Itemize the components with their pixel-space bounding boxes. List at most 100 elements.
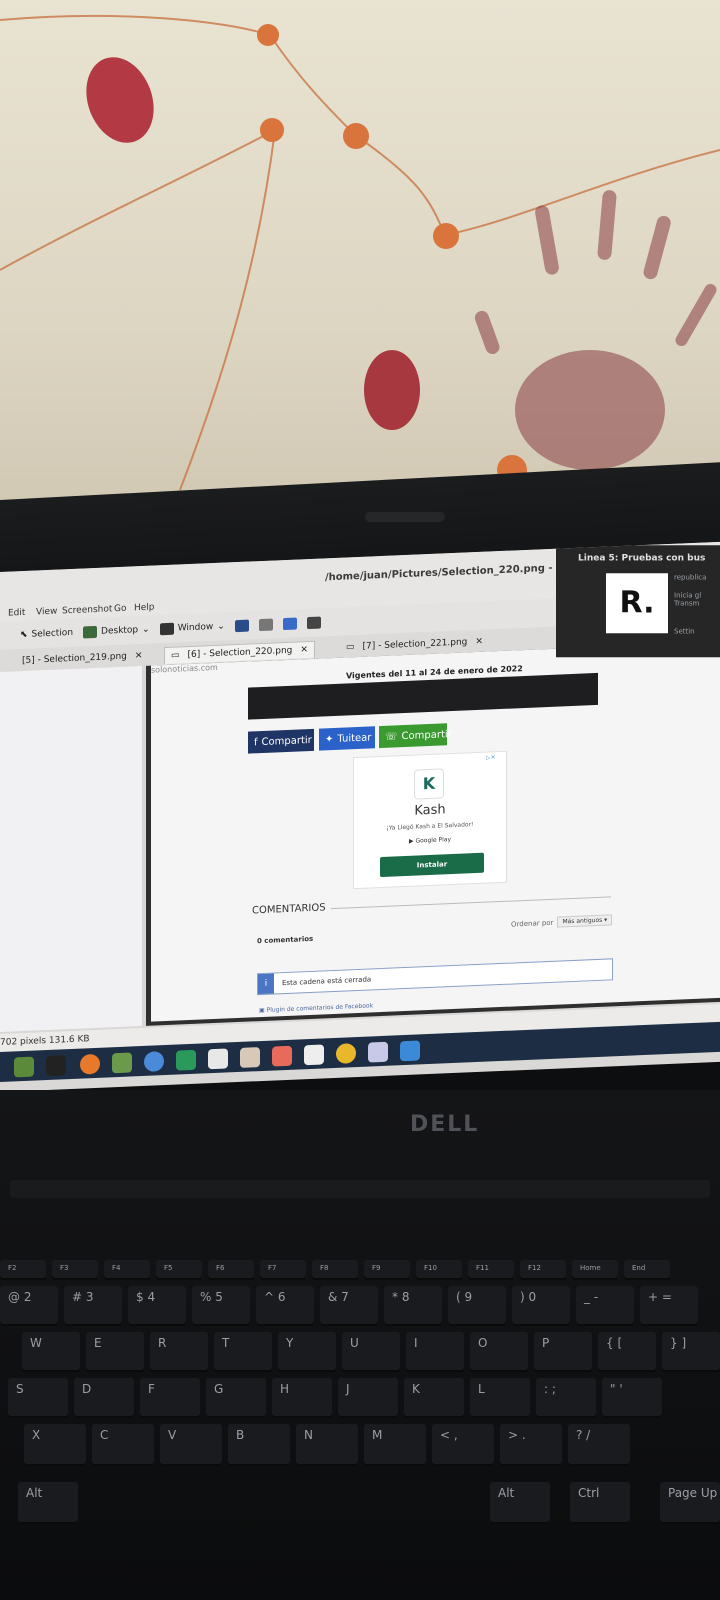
key-row1-1[interactable]: E xyxy=(86,1332,144,1372)
menu-screenshot[interactable]: Screenshot xyxy=(62,604,112,616)
notification-popup[interactable]: Linea 5: Pruebas con bus R. republica In… xyxy=(556,545,720,658)
key-fn-10[interactable]: F12 xyxy=(520,1260,566,1280)
key-row3-1[interactable]: C xyxy=(92,1424,154,1466)
chrome-icon[interactable] xyxy=(144,1051,164,1072)
kash-ad[interactable]: ▷✕ K Kash ¡Ya Llegó Kash a El Salvador! … xyxy=(353,750,507,890)
menu-go[interactable]: Go xyxy=(114,604,126,615)
key-row1-3[interactable]: T xyxy=(214,1332,272,1372)
shield-icon[interactable] xyxy=(176,1049,196,1071)
key-fn-5[interactable]: F7 xyxy=(260,1260,306,1280)
ad-choices-icon[interactable]: ▷✕ xyxy=(486,754,496,761)
close-icon[interactable]: ✕ xyxy=(475,637,483,647)
facebook-plugin-link[interactable]: ▣ Plugin de comentarios de Facebook xyxy=(259,1002,373,1014)
menu-view[interactable]: View xyxy=(36,607,57,618)
window-button[interactable]: Window ⌄ xyxy=(159,621,225,636)
key-row1-6[interactable]: I xyxy=(406,1332,464,1372)
whatsapp-share-button[interactable]: ☏ Compartir xyxy=(379,723,452,749)
desktop-button[interactable]: Desktop ⌄ xyxy=(83,624,150,639)
key-row4-3[interactable]: Page Up xyxy=(660,1482,720,1524)
key-row2-0[interactable]: S xyxy=(8,1378,68,1418)
key-row3-4[interactable]: N xyxy=(296,1424,358,1466)
key-num-2[interactable]: $ 4 xyxy=(128,1286,186,1326)
key-row2-7[interactable]: L xyxy=(470,1378,530,1418)
files-icon[interactable] xyxy=(14,1056,34,1078)
key-row4-0[interactable]: Alt xyxy=(18,1482,78,1524)
key-row2-1[interactable]: D xyxy=(74,1378,134,1418)
key-fn-4[interactable]: F6 xyxy=(208,1260,254,1280)
key-num-8[interactable]: ) 0 xyxy=(512,1286,570,1326)
key-row1-8[interactable]: P xyxy=(534,1332,592,1372)
sort-select[interactable]: Más antiguos ▾ xyxy=(557,914,613,928)
tooltip-capture-icon[interactable] xyxy=(258,618,273,632)
key-row3-5[interactable]: M xyxy=(364,1424,426,1466)
key-fn-8[interactable]: F10 xyxy=(416,1260,462,1280)
more-capture-icon[interactable] xyxy=(306,616,321,630)
key-num-4[interactable]: ^ 6 xyxy=(256,1286,314,1326)
key-row3-0[interactable]: X xyxy=(24,1424,86,1466)
key-row2-2[interactable]: F xyxy=(140,1378,200,1418)
menu-help[interactable]: Help xyxy=(134,603,155,614)
key-num-5[interactable]: & 7 xyxy=(320,1286,378,1326)
key-num-7[interactable]: ( 9 xyxy=(448,1286,506,1326)
key-row2-5[interactable]: J xyxy=(338,1378,398,1418)
image-viewer-icon[interactable] xyxy=(272,1045,292,1067)
key-row2-8[interactable]: : ; xyxy=(536,1378,596,1418)
key-num-9[interactable]: _ - xyxy=(576,1286,634,1326)
key-fn-6[interactable]: F8 xyxy=(312,1260,358,1280)
key-row2-4[interactable]: H xyxy=(272,1378,332,1418)
key-label: G xyxy=(214,1382,224,1396)
menu-edit[interactable]: Edit xyxy=(8,608,25,619)
close-icon[interactable]: ✕ xyxy=(135,651,143,661)
key-row1-5[interactable]: U xyxy=(342,1332,400,1372)
key-row4-2[interactable]: Ctrl xyxy=(570,1482,630,1524)
key-row2-6[interactable]: K xyxy=(404,1378,464,1418)
key-num-3[interactable]: % 5 xyxy=(192,1286,250,1326)
key-row2-9[interactable]: " ' xyxy=(602,1378,662,1418)
key-fn-7[interactable]: F9 xyxy=(364,1260,410,1280)
key-fn-11[interactable]: Home xyxy=(572,1260,618,1280)
notification-settings[interactable]: Settin xyxy=(674,627,695,635)
key-row1-7[interactable]: O xyxy=(470,1332,528,1372)
selection-button[interactable]: ⬉ Selection xyxy=(20,628,73,640)
close-icon[interactable]: ✕ xyxy=(300,645,308,655)
key-row3-2[interactable]: V xyxy=(160,1424,222,1466)
web-capture-icon[interactable] xyxy=(282,617,297,631)
key-fn-9[interactable]: F11 xyxy=(468,1260,514,1280)
facebook-share-button[interactable]: f Compartir xyxy=(248,728,314,754)
key-row1-4[interactable]: Y xyxy=(278,1332,336,1372)
key-num-10[interactable]: + = xyxy=(640,1286,698,1326)
notification-body: Inicia gl Transm xyxy=(674,591,702,608)
key-num-6[interactable]: * 8 xyxy=(384,1286,442,1326)
key-fn-3[interactable]: F5 xyxy=(156,1260,202,1280)
key-fn-0[interactable]: F2 xyxy=(0,1260,46,1280)
key-row3-7[interactable]: > . xyxy=(500,1424,562,1466)
key-row1-2[interactable]: R xyxy=(150,1332,208,1372)
terminal-icon[interactable] xyxy=(46,1055,66,1077)
inkscape-icon[interactable] xyxy=(304,1044,324,1066)
key-row2-3[interactable]: G xyxy=(206,1378,266,1418)
key-fn-1[interactable]: F3 xyxy=(52,1260,98,1280)
document-icon[interactable] xyxy=(368,1041,388,1063)
key-row1-10[interactable]: } ] xyxy=(662,1332,720,1372)
key-row3-6[interactable]: < , xyxy=(432,1424,494,1466)
media-icon[interactable] xyxy=(336,1043,356,1064)
twitter-share-button[interactable]: ✦ Tuitear xyxy=(319,726,375,751)
key-row4-1[interactable]: Alt xyxy=(490,1482,550,1524)
key-label: O xyxy=(478,1336,488,1350)
key-row3-3[interactable]: B xyxy=(228,1424,290,1466)
key-row1-9[interactable]: { [ xyxy=(598,1332,656,1372)
key-fn-2[interactable]: F4 xyxy=(104,1260,150,1280)
shutter-icon[interactable] xyxy=(400,1040,420,1062)
menu-capture-icon[interactable] xyxy=(234,619,249,633)
archive-icon[interactable] xyxy=(240,1047,260,1068)
key-label: Alt xyxy=(498,1486,515,1500)
folder-icon[interactable] xyxy=(112,1052,132,1074)
install-button[interactable]: Instalar xyxy=(380,852,484,878)
calculator-icon[interactable] xyxy=(208,1048,228,1070)
key-fn-12[interactable]: End xyxy=(624,1260,670,1280)
firefox-icon[interactable] xyxy=(80,1053,100,1075)
key-num-0[interactable]: @ 2 xyxy=(0,1286,58,1326)
key-row1-0[interactable]: W xyxy=(22,1332,80,1372)
key-num-1[interactable]: # 3 xyxy=(64,1286,122,1326)
key-row3-8[interactable]: ? / xyxy=(568,1424,630,1466)
